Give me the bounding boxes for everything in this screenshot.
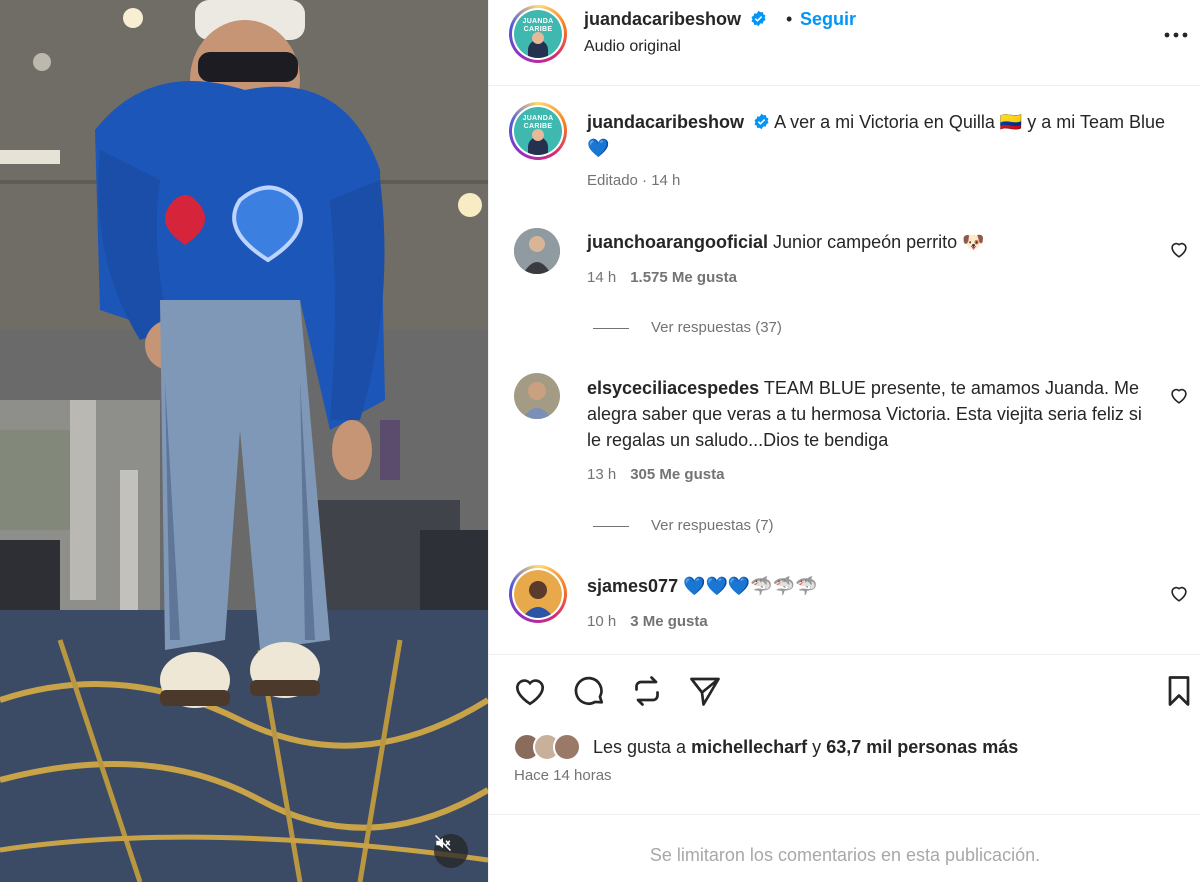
author-username-row[interactable]: juandacaribeshow bbox=[584, 9, 767, 30]
post-header: JUANDA CARIBE juandacaribeshow • Seguir … bbox=[489, 0, 1200, 86]
comment-likes[interactable]: 3 Me gusta bbox=[630, 613, 708, 630]
audio-label[interactable]: Audio original bbox=[584, 38, 681, 56]
more-options-icon[interactable] bbox=[1161, 20, 1191, 50]
comment-like-heart-icon[interactable] bbox=[1168, 238, 1190, 260]
liker-avatar bbox=[553, 733, 581, 761]
likes-text: Les gusta a michellecharf y 63,7 mil per… bbox=[593, 737, 1018, 758]
verified-badge-icon bbox=[751, 10, 766, 27]
view-replies-label[interactable]: Ver respuestas (7) bbox=[651, 517, 774, 534]
comment-meta: 10 h 3 Me gusta bbox=[587, 613, 708, 630]
post-video[interactable] bbox=[0, 0, 488, 882]
comment-like-heart-icon[interactable] bbox=[1168, 582, 1190, 604]
comment-avatar-image bbox=[514, 373, 560, 419]
post-actions: Les gusta a michellecharf y 63,7 mil per… bbox=[489, 654, 1200, 814]
separator-dot: • bbox=[786, 9, 793, 29]
video-frame-illustration bbox=[0, 0, 488, 882]
author-avatar[interactable]: JUANDA CARIBE bbox=[509, 5, 567, 63]
comment-time[interactable]: 10 h bbox=[587, 613, 616, 630]
view-replies-button[interactable]: Ver respuestas (37) bbox=[593, 319, 782, 336]
view-replies-button[interactable]: Ver respuestas (7) bbox=[593, 517, 774, 534]
comment-meta: 13 h 305 Me gusta bbox=[587, 466, 724, 483]
comment-bubble-icon[interactable] bbox=[571, 673, 607, 709]
comment-meta: 14 h 1.575 Me gusta bbox=[587, 269, 737, 286]
comment-like-heart-icon[interactable] bbox=[1168, 384, 1190, 406]
likes-prefix: Les gusta a bbox=[593, 737, 687, 757]
comment-avatar-image bbox=[514, 228, 560, 274]
follow-button[interactable]: Seguir bbox=[800, 9, 856, 30]
repost-icon[interactable] bbox=[629, 673, 665, 709]
save-bookmark-icon[interactable] bbox=[1161, 673, 1197, 709]
caption-author-avatar[interactable]: JUANDA CARIBE bbox=[509, 102, 567, 160]
likes-summary[interactable]: Les gusta a michellecharf y 63,7 mil per… bbox=[513, 733, 1173, 763]
comment-avatar-image bbox=[514, 570, 562, 618]
caption-meta: Editado · 14 h bbox=[587, 172, 681, 189]
post-timestamp[interactable]: Hace 14 horas bbox=[514, 767, 612, 784]
comment-username[interactable]: juanchoarangooficial bbox=[587, 232, 768, 252]
share-paper-plane-icon[interactable] bbox=[687, 673, 723, 709]
post-detail-panel: JUANDA CARIBE juandacaribeshow • Seguir … bbox=[488, 0, 1200, 882]
mute-button[interactable] bbox=[434, 834, 468, 868]
comment-text-block: sjames077 💙💙💙🦈🦈🦈 bbox=[587, 573, 1167, 599]
caption-text-block: juandacaribeshow A ver a mi Victoria en … bbox=[587, 109, 1167, 161]
verified-badge-icon bbox=[754, 113, 769, 130]
comment-time[interactable]: 13 h bbox=[587, 466, 616, 483]
comment-likes[interactable]: 305 Me gusta bbox=[630, 466, 724, 483]
comment-text-block: elsyceciliacespedes TEAM BLUE presente, … bbox=[587, 375, 1147, 453]
like-heart-icon[interactable] bbox=[512, 673, 548, 709]
comment-time[interactable]: 14 h bbox=[587, 269, 616, 286]
comment-avatar[interactable] bbox=[514, 228, 560, 274]
comment-text: 💙💙💙🦈🦈🦈 bbox=[683, 576, 818, 596]
comment-avatar[interactable] bbox=[509, 565, 567, 623]
likes-user[interactable]: michellecharf bbox=[691, 737, 807, 757]
view-replies-label[interactable]: Ver respuestas (37) bbox=[651, 319, 782, 336]
comment-username[interactable]: elsyceciliacespedes bbox=[587, 378, 759, 398]
likes-others[interactable]: 63,7 mil personas más bbox=[826, 737, 1018, 757]
speaker-muted-icon bbox=[434, 834, 452, 852]
comments-limited-notice: Se limitaron los comentarios en esta pub… bbox=[489, 814, 1200, 882]
caption-username[interactable]: juandacaribeshow bbox=[587, 112, 744, 132]
comment-username[interactable]: sjames077 bbox=[587, 576, 678, 596]
replies-divider bbox=[593, 525, 629, 527]
comment-text-block: juanchoarangooficial Junior campeón perr… bbox=[587, 229, 1167, 255]
likes-connector: y bbox=[812, 737, 822, 757]
comment-likes[interactable]: 1.575 Me gusta bbox=[630, 269, 737, 286]
comment-text: Junior campeón perrito 🐶 bbox=[773, 232, 985, 252]
author-username[interactable]: juandacaribeshow bbox=[584, 9, 741, 29]
replies-divider bbox=[593, 327, 629, 329]
comment-avatar[interactable] bbox=[514, 373, 560, 419]
